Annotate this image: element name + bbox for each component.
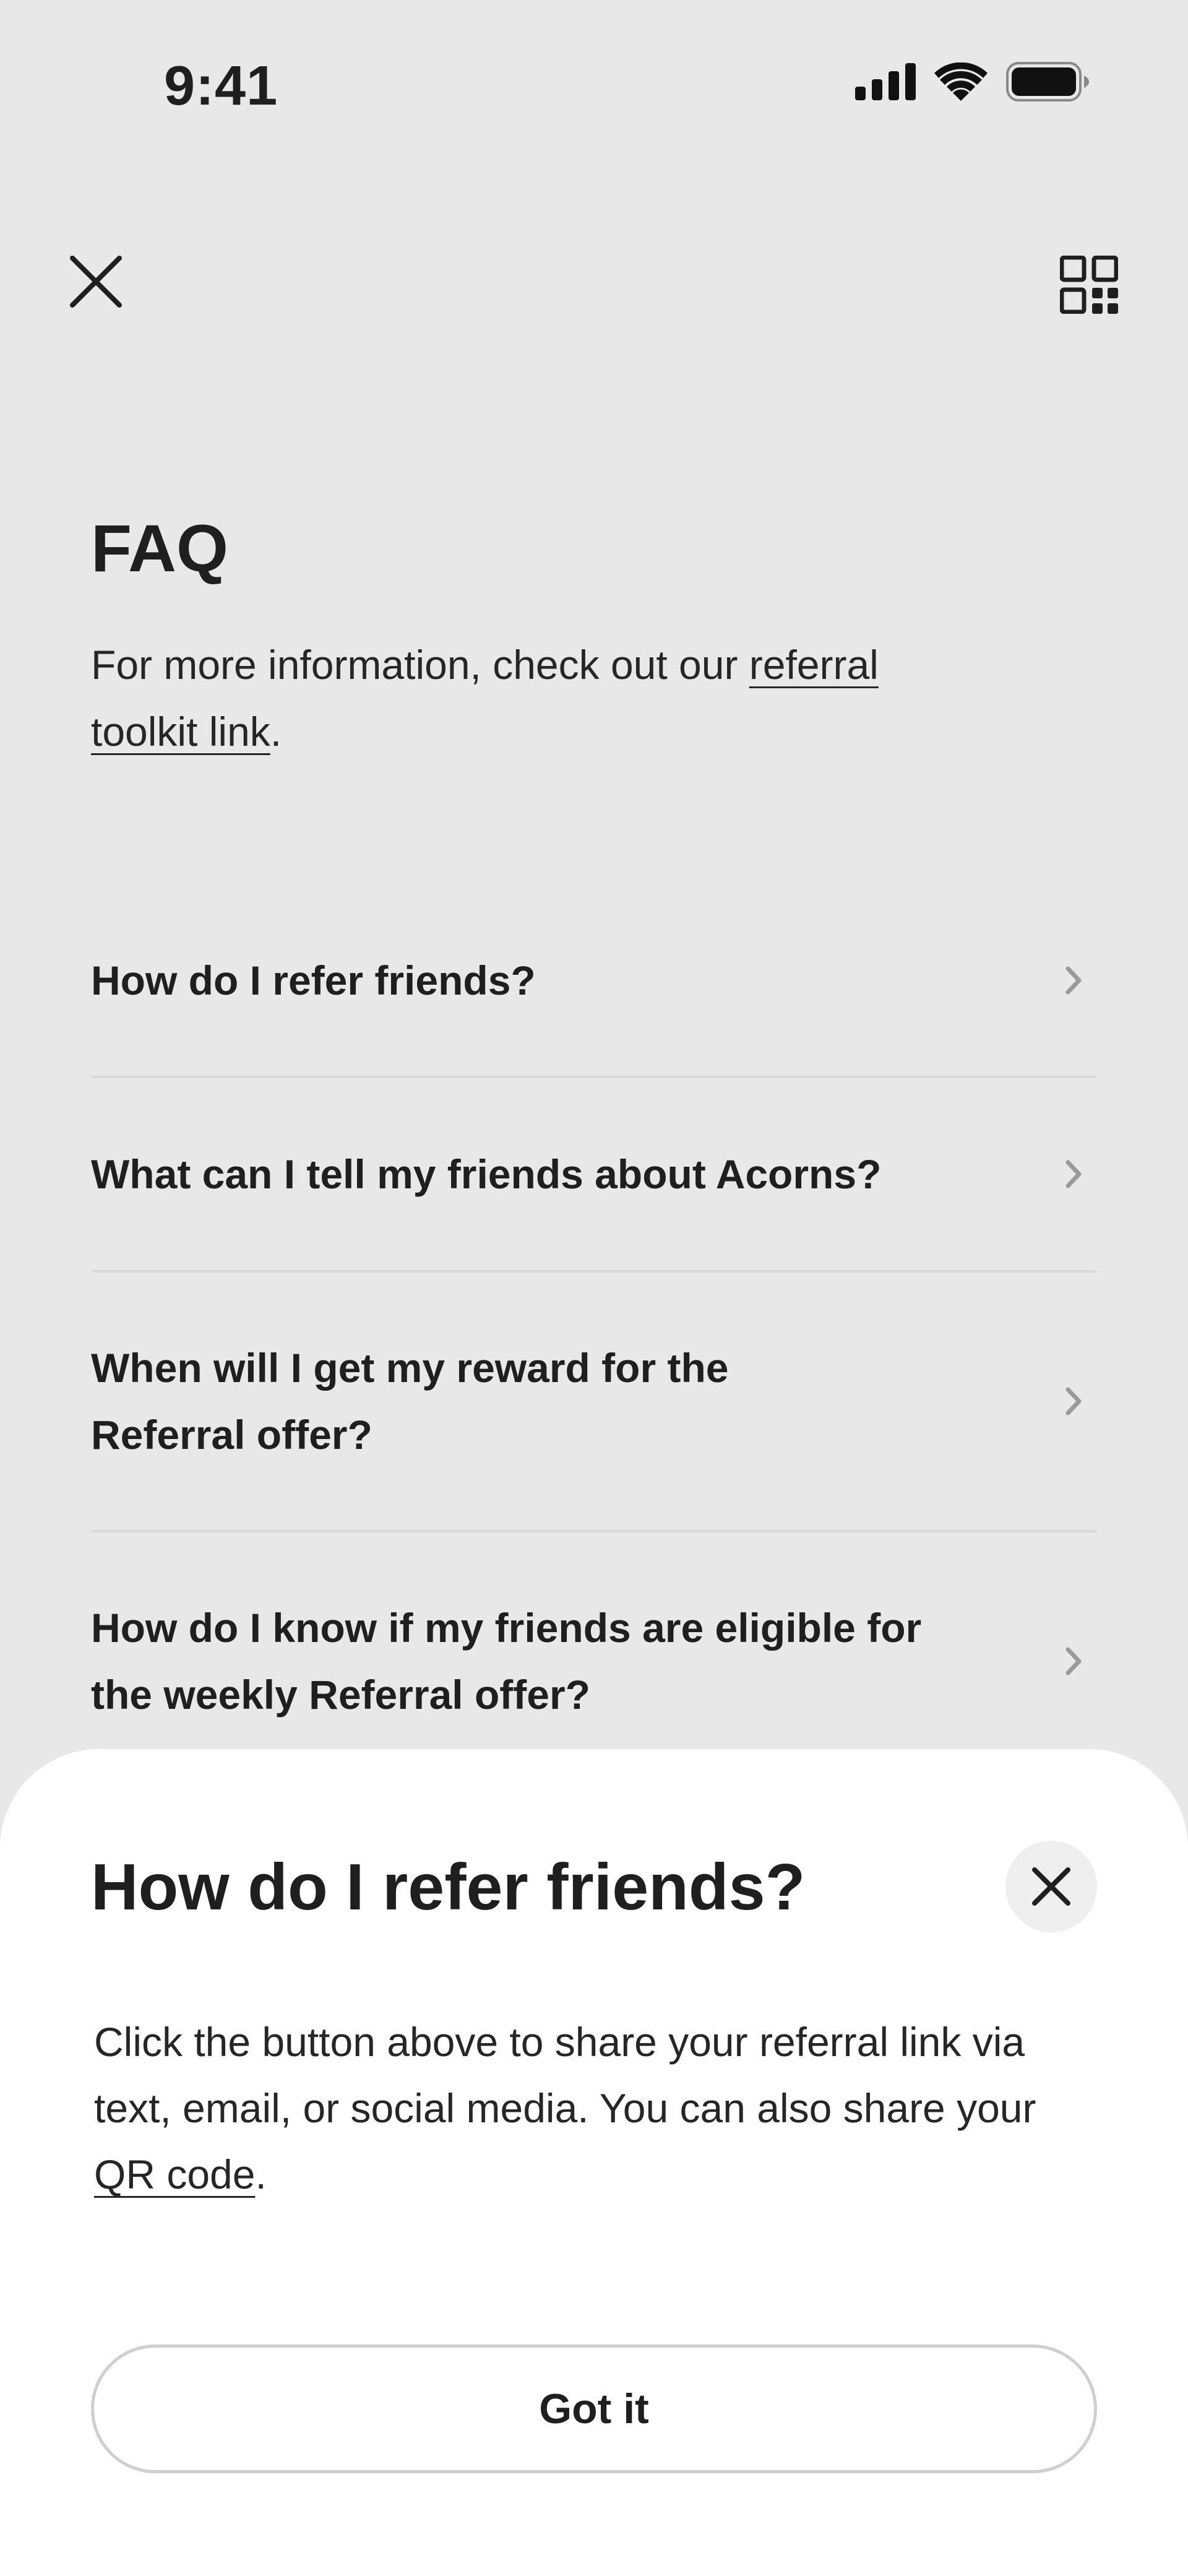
faq-intro-suffix: . bbox=[270, 709, 282, 754]
got-it-button[interactable]: Got it bbox=[91, 2345, 1097, 2473]
chevron-right-icon bbox=[1061, 1383, 1086, 1420]
status-time: 9:41 bbox=[164, 55, 278, 117]
close-icon bbox=[1032, 1867, 1070, 1906]
faq-item-about-acorns[interactable]: What can I tell my friends about Acorns? bbox=[91, 1078, 1097, 1273]
qr-code-icon bbox=[1060, 256, 1118, 314]
sheet-close-button[interactable] bbox=[1005, 1841, 1097, 1932]
sheet-body-text: Click the button above to share your ref… bbox=[94, 2019, 1036, 2131]
faq-question: What can I tell my friends about Acorns? bbox=[91, 1151, 882, 1197]
faq-question: How do I know if my friends are eligible… bbox=[91, 1605, 922, 1718]
status-icons bbox=[855, 62, 1089, 102]
status-bar: 9:41 bbox=[0, 0, 1188, 179]
sheet-body-suffix: . bbox=[255, 2151, 267, 2197]
qr-code-button[interactable] bbox=[1055, 251, 1123, 319]
close-icon bbox=[70, 256, 122, 308]
faq-list: How do I refer friends? What can I tell … bbox=[91, 885, 1097, 1790]
sheet-title: How do I refer friends? bbox=[91, 1851, 806, 1924]
chevron-right-icon bbox=[1061, 1156, 1086, 1193]
page-title: FAQ bbox=[91, 511, 229, 586]
wifi-icon bbox=[934, 63, 988, 101]
chevron-right-icon bbox=[1061, 1643, 1086, 1680]
faq-question: When will I get my reward for the Referr… bbox=[91, 1345, 729, 1458]
faq-question: How do I refer friends? bbox=[91, 957, 536, 1003]
faq-item-refer-friends[interactable]: How do I refer friends? bbox=[91, 885, 1097, 1078]
top-bar bbox=[0, 235, 1188, 334]
bottom-sheet: How do I refer friends? Click the button… bbox=[0, 1749, 1188, 2576]
chevron-right-icon bbox=[1061, 962, 1086, 999]
close-button[interactable] bbox=[65, 251, 127, 313]
faq-intro: For more information, check out our refe… bbox=[91, 631, 976, 765]
cellular-signal-icon bbox=[855, 63, 916, 100]
faq-intro-text: For more information, check out our bbox=[91, 642, 749, 688]
faq-item-reward-timing[interactable]: When will I get my reward for the Referr… bbox=[91, 1273, 1097, 1532]
sheet-body: Click the button above to share your ref… bbox=[94, 2009, 1096, 2208]
battery-icon bbox=[1006, 62, 1089, 102]
qr-code-link[interactable]: QR code bbox=[94, 2151, 255, 2197]
